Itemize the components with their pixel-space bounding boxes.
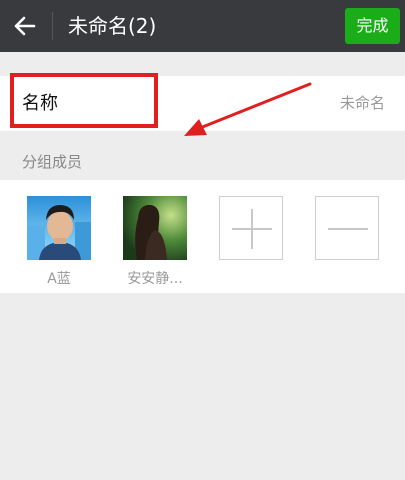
add-member-button[interactable]	[219, 196, 283, 260]
avatar[interactable]	[27, 196, 91, 260]
members-section-title: 分组成员	[22, 153, 83, 171]
group-name-row[interactable]: 名称 未命名	[0, 76, 405, 131]
member-photo	[27, 196, 91, 260]
group-name-value[interactable]: 未命名	[340, 76, 385, 131]
done-button[interactable]: 完成	[345, 8, 400, 44]
header-divider	[52, 12, 53, 40]
members-panel: A蓝 安安静...	[0, 180, 405, 293]
edit-group-page: 未命名(2) 完成 名称 未命名 分组成员 A蓝 安安静...	[0, 0, 405, 480]
avatar[interactable]	[123, 196, 187, 260]
back-button[interactable]	[0, 0, 50, 52]
member-name: 安安静...	[127, 271, 183, 287]
member-photo	[123, 196, 187, 260]
arrow-left-icon	[14, 16, 36, 36]
top-bar: 未命名(2) 完成	[0, 0, 405, 52]
member-name: A蓝	[47, 271, 71, 287]
group-name-label: 名称	[22, 93, 58, 114]
page-title: 未命名(2)	[68, 14, 157, 38]
remove-member-button[interactable]	[315, 196, 379, 260]
